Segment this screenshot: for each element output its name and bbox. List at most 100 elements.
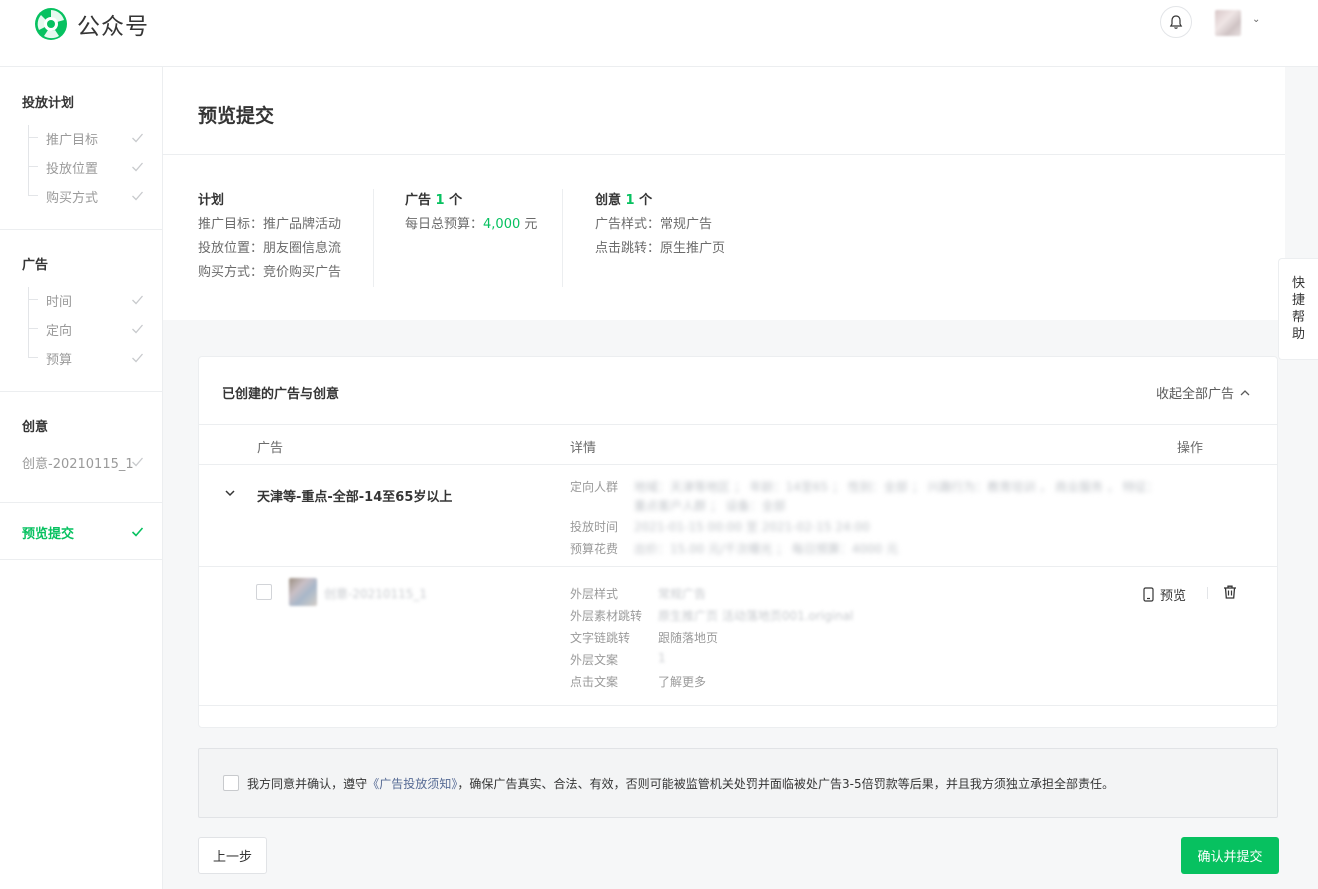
tree-tick — [28, 328, 38, 329]
agreement-checkbox[interactable] — [223, 775, 239, 791]
ads-creatives-card: 已创建的广告与创意 收起全部广告 广告 详情 操作 天津等-重点-全部-14至6… — [198, 356, 1278, 728]
summary-creative-count: 1 — [625, 193, 635, 208]
summary-panel: 预览提交 计划 推广目标：推广品牌活动 投放位置：朋友圈信息流 购买方式：竞价购… — [163, 67, 1285, 320]
agreement-link[interactable]: 《广告投放须知》 — [367, 777, 457, 791]
trash-icon[interactable] — [1222, 584, 1238, 600]
sidebar-group-creative[interactable]: 创意 — [22, 416, 48, 435]
brand-name: 公众号 — [77, 14, 149, 40]
divider — [199, 705, 1277, 706]
summary-plan: 计划 推广目标：推广品牌活动 投放位置：朋友圈信息流 购买方式：竞价购买广告 — [198, 189, 341, 281]
top-bar: 公众号 ⌄ — [0, 0, 1318, 67]
copy-value: 1 — [658, 651, 666, 665]
preview-button[interactable]: 预览 — [1143, 585, 1186, 604]
agreement-box: 我方同意并确认，遵守《广告投放须知》，确保广告真实、合法、有效，否则可能被监管机… — [198, 748, 1278, 818]
column-header-detail: 详情 — [570, 441, 597, 456]
divider — [199, 424, 1277, 425]
agreement-text: 我方同意并确认，遵守《广告投放须知》，确保广告真实、合法、有效，否则可能被监管机… — [247, 775, 1114, 792]
sidebar-item-preview-submit[interactable]: 预览提交 — [22, 523, 74, 542]
tree-line — [28, 125, 29, 195]
cost-value: 出价：15.00 元/千次曝光 ； 每日预算：4000 元 — [634, 542, 899, 556]
budget-label: 每日总预算： — [405, 217, 484, 232]
sidebar-item-creative[interactable]: 创意-20210115_1 — [22, 453, 134, 472]
divider — [0, 229, 162, 230]
divider — [163, 154, 1285, 155]
check-icon — [132, 133, 143, 143]
agreement-text-before: 我方同意并确认，遵守 — [247, 777, 368, 791]
summary-ad-budget: 每日总预算：4,000 元 — [405, 213, 537, 233]
summary-ad: 广告 1 个 每日总预算：4,000 元 — [405, 189, 537, 233]
budget-value: 4,000 — [483, 217, 521, 232]
summary-ad-unit: 个 — [449, 193, 463, 208]
summary-creative-style: 广告样式：常规广告 — [595, 217, 713, 232]
summary-creative-jump: 点击跳转：原生推广页 — [595, 241, 726, 256]
help-char: 助 — [1291, 327, 1305, 342]
confirm-submit-button[interactable]: 确认并提交 — [1181, 837, 1279, 874]
divider — [199, 566, 1277, 567]
tree-tick — [28, 166, 38, 167]
summary-creative-title-label: 创意 — [595, 193, 622, 208]
previous-step-button[interactable]: 上一步 — [198, 837, 267, 874]
page-title: 预览提交 — [198, 105, 275, 127]
divider — [0, 391, 162, 392]
column-header-ad: 广告 — [257, 441, 284, 456]
summary-plan-placement: 投放位置：朋友圈信息流 — [198, 241, 342, 256]
divider — [199, 464, 1277, 465]
divider — [0, 559, 162, 560]
textlink-value: 跟随落地页 — [658, 631, 719, 645]
bell-icon — [1169, 15, 1183, 29]
budget-unit: 元 — [524, 217, 538, 232]
check-icon — [132, 162, 143, 172]
chevron-down-icon[interactable]: ⌄ — [1252, 14, 1260, 25]
creative-thumbnail — [289, 578, 317, 606]
chevron-down-icon[interactable] — [224, 487, 236, 499]
summary-plan-goal: 推广目标：推广品牌活动 — [198, 217, 342, 232]
logo[interactable]: 公众号 — [33, 6, 149, 42]
sidebar-item-goal[interactable]: 推广目标 — [46, 129, 98, 148]
click-value: 了解更多 — [658, 675, 707, 689]
agreement-text-after: ，确保广告真实、合法、有效，否则可能被监管机关处罚并面临被处广告3-5倍罚款等后… — [457, 777, 1115, 791]
creative-name: 创意-20210115_1 — [324, 587, 428, 601]
sidebar-item-purchase[interactable]: 购买方式 — [46, 187, 98, 206]
sidebar-group-ad[interactable]: 广告 — [22, 254, 48, 273]
check-icon — [132, 191, 143, 201]
quick-help-tab[interactable]: 快 捷 帮 助 — [1278, 258, 1318, 360]
summary-creative-unit: 个 — [639, 193, 653, 208]
check-icon — [132, 457, 143, 467]
divider — [562, 189, 563, 287]
help-char: 快 — [1291, 276, 1305, 291]
time-value: 2021-01-15 00:00 至 2021-02-15 24:00 — [634, 520, 870, 534]
help-char: 捷 — [1291, 293, 1305, 308]
summary-creative-title: 创意 1 个 — [595, 189, 725, 209]
detail-label: 点击文案 — [570, 675, 619, 689]
ad-name[interactable]: 天津等-重点-全部-14至65岁以上 — [257, 486, 452, 505]
audience-value: 地域：天津等地区 ； 年龄：14至65 ； 性别：全部 ； 兴趣行为：教育培训 … — [634, 480, 1159, 494]
detail-label: 定向人群 — [570, 480, 619, 494]
avatar[interactable] — [1215, 10, 1241, 36]
summary-plan-purchase: 购买方式：竞价购买广告 — [198, 265, 342, 280]
notification-button[interactable] — [1160, 6, 1192, 38]
detail-label: 文字链跳转 — [570, 631, 631, 645]
tree-tick — [28, 299, 38, 300]
tree-tick — [28, 195, 38, 196]
sidebar-item-budget[interactable]: 预算 — [46, 349, 72, 368]
detail-label: 外层文案 — [570, 653, 619, 667]
creative-checkbox[interactable] — [256, 584, 272, 600]
phone-icon — [1143, 587, 1154, 602]
card-title: 已创建的广告与创意 — [222, 387, 340, 402]
sidebar-item-time[interactable]: 时间 — [46, 291, 72, 310]
divider — [1207, 587, 1208, 599]
sidebar-item-placement[interactable]: 投放位置 — [46, 158, 98, 177]
collapse-all-button[interactable]: 收起全部广告 — [1156, 383, 1250, 402]
summary-creative: 创意 1 个 广告样式：常规广告 点击跳转：原生推广页 — [595, 189, 725, 257]
collapse-all-label: 收起全部广告 — [1156, 387, 1235, 402]
summary-ad-count: 1 — [435, 193, 445, 208]
wechat-logo-icon — [35, 8, 67, 40]
check-icon — [132, 295, 143, 305]
summary-ad-title: 广告 1 个 — [405, 189, 537, 209]
sidebar-item-targeting[interactable]: 定向 — [46, 320, 72, 339]
jump-value: 原生推广页 活动落地页001.original — [658, 609, 854, 623]
detail-label: 预算花费 — [570, 542, 619, 556]
sidebar-group-plan[interactable]: 投放计划 — [22, 92, 74, 111]
tree-line — [28, 287, 29, 357]
help-char: 帮 — [1291, 310, 1305, 325]
